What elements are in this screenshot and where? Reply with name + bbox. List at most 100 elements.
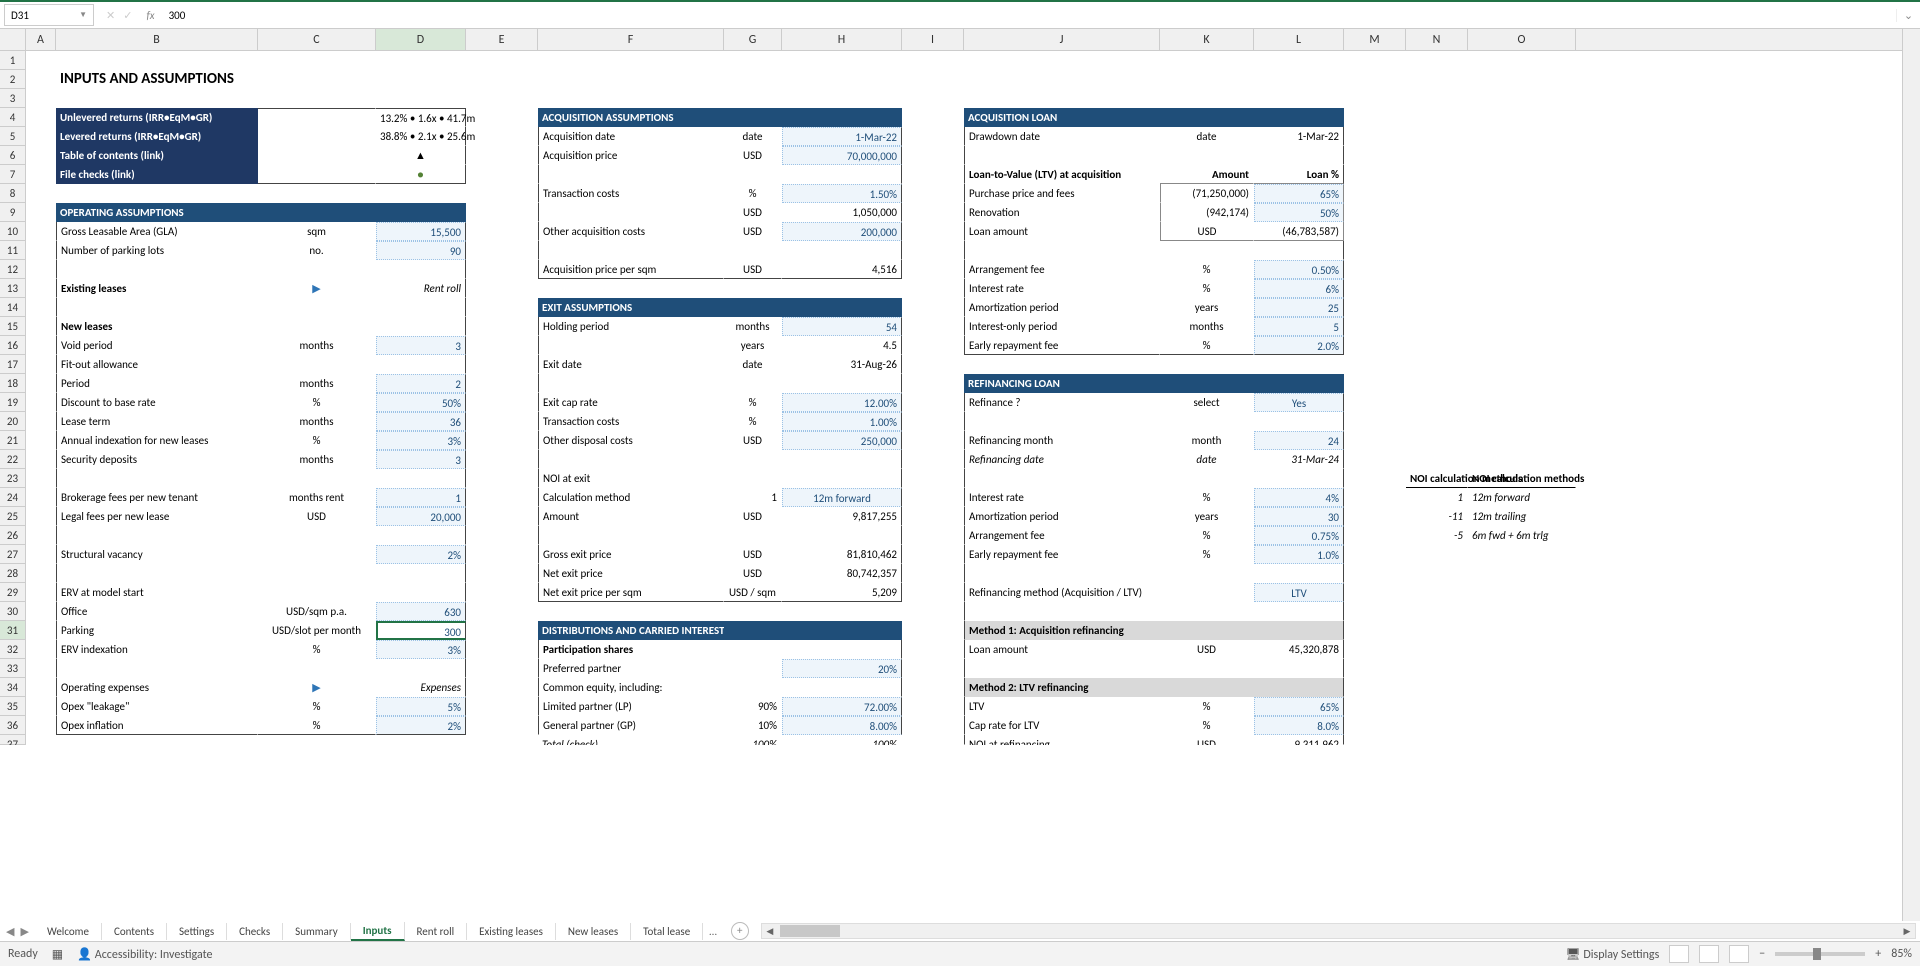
cell[interactable] [1344,678,1406,697]
cell[interactable] [466,298,538,317]
cell[interactable]: 1.0% [1254,545,1344,564]
row-header[interactable]: 15 [0,317,26,336]
cell[interactable] [538,203,724,222]
cell[interactable]: % [1160,488,1254,507]
cell[interactable] [26,545,56,564]
cell[interactable] [782,165,902,184]
cell[interactable] [1160,621,1254,640]
cell[interactable] [1160,241,1254,260]
cell[interactable] [1160,564,1254,583]
cell[interactable]: USD / sqm [724,583,782,602]
cell[interactable]: 15,500 [376,222,466,241]
cell[interactable]: Common equity, including: [538,678,724,697]
cell[interactable] [782,241,902,260]
cell[interactable]: sqm [258,222,376,241]
display-settings-button[interactable]: 🖥 Display Settings [1565,947,1659,962]
cell[interactable]: Acquisition price [538,146,724,165]
cell[interactable]: Void period [56,336,258,355]
cell[interactable] [258,70,376,89]
cell[interactable] [902,640,964,659]
cell[interactable]: 100% [724,735,782,745]
cell[interactable]: 6m fwd + 6m trlg [1468,526,1576,545]
cell[interactable] [466,184,538,203]
cell[interactable] [1344,51,1406,70]
cell[interactable] [1344,70,1406,89]
cell[interactable] [538,336,724,355]
cell[interactable] [1344,412,1406,431]
cell[interactable] [56,89,258,108]
cell[interactable] [1406,450,1468,469]
cell[interactable] [1344,697,1406,716]
cell[interactable]: Total (check) [538,735,724,745]
cell[interactable] [724,165,782,184]
cell[interactable] [466,355,538,374]
cell[interactable] [26,184,56,203]
cell[interactable] [26,621,56,640]
cell[interactable]: Gross exit price [538,545,724,564]
cell[interactable] [258,355,376,374]
cell[interactable]: 0.75% [1254,526,1344,545]
cell[interactable] [26,374,56,393]
cell[interactable] [1468,640,1576,659]
cell[interactable] [782,640,902,659]
cell[interactable] [1406,678,1468,697]
cell[interactable]: months [724,317,782,336]
row-header[interactable]: 23 [0,469,26,488]
cell[interactable] [56,51,258,70]
cell[interactable]: Exit date [538,355,724,374]
cell[interactable] [1254,355,1344,374]
cell[interactable]: ▲ [376,146,466,165]
cell[interactable] [1160,146,1254,165]
cell[interactable] [1468,355,1576,374]
cell[interactable]: 38.8% • 2.1x • 25.6m [376,127,466,146]
cell[interactable]: Early repayment fee [964,336,1160,355]
cell[interactable] [1468,412,1576,431]
cell[interactable] [1344,355,1406,374]
cell[interactable] [1254,602,1344,621]
cell[interactable] [466,165,538,184]
cell[interactable]: 65% [1254,184,1344,203]
cell[interactable] [902,146,964,165]
col-header[interactable]: H [782,29,902,50]
cell[interactable]: ● [376,165,466,184]
row-header[interactable]: 24 [0,488,26,507]
cell[interactable] [964,659,1160,678]
cell[interactable] [902,507,964,526]
cell[interactable] [1468,89,1576,108]
row-header[interactable]: 27 [0,545,26,564]
cell[interactable] [466,412,538,431]
cell[interactable]: Opex "leakage" [56,697,258,716]
cell[interactable]: NOI calculation methods [1406,469,1468,488]
cell[interactable]: 10% [724,716,782,735]
cell[interactable]: % [258,431,376,450]
cell[interactable]: Existing leases [56,279,258,298]
cell[interactable] [466,450,538,469]
cell[interactable]: Participation shares [538,640,724,659]
cell[interactable] [1344,564,1406,583]
cell[interactable] [466,431,538,450]
cell[interactable]: 80,742,357 [782,564,902,583]
cell[interactable] [964,602,1160,621]
cell[interactable]: Interest-only period [964,317,1160,336]
cell[interactable] [1468,374,1576,393]
cell[interactable] [1468,203,1576,222]
cell[interactable]: LTV [964,697,1160,716]
cell[interactable] [258,127,376,146]
cell[interactable]: ▶ [258,678,376,697]
cell[interactable]: % [724,393,782,412]
cell[interactable]: 100% [782,735,902,745]
name-box[interactable]: D31▼ [4,4,94,26]
cell[interactable] [1406,165,1468,184]
cell[interactable] [1344,469,1406,488]
cell[interactable] [1468,697,1576,716]
cell[interactable] [902,412,964,431]
cell[interactable] [26,222,56,241]
cell[interactable] [1160,412,1254,431]
cell[interactable] [26,260,56,279]
cell[interactable] [1160,51,1254,70]
cell[interactable] [902,526,964,545]
cell[interactable] [902,260,964,279]
cell[interactable]: LTV [1254,583,1344,602]
cell[interactable]: 36 [376,412,466,431]
cell[interactable] [258,526,376,545]
